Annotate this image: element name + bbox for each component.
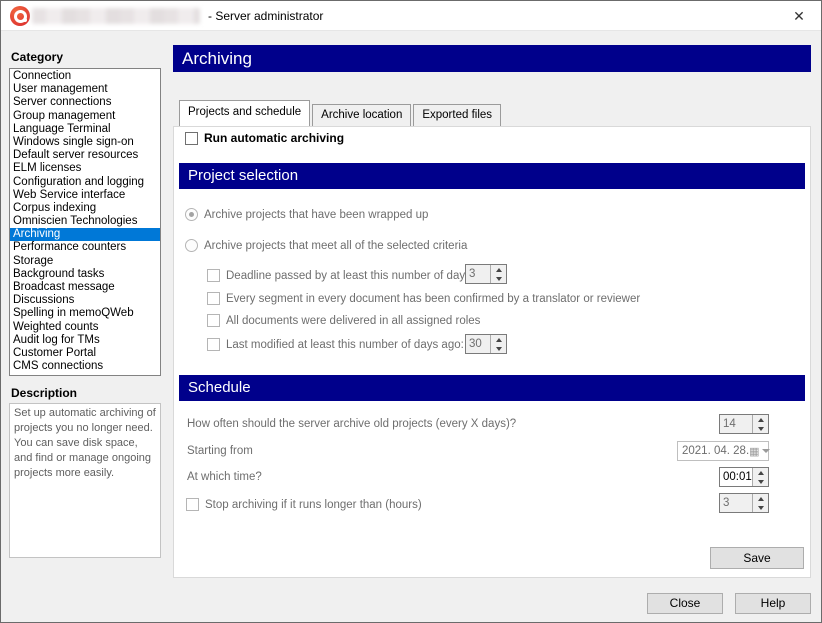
close-icon: ✕ <box>793 8 805 24</box>
tab-archive-location[interactable]: Archive location <box>312 104 411 126</box>
at-which-time-label: At which time? <box>187 471 262 484</box>
category-item[interactable]: Server connections <box>10 96 160 109</box>
help-button[interactable]: Help <box>735 593 811 614</box>
close-button[interactable]: ✕ <box>787 4 811 28</box>
category-item[interactable]: Configuration and logging <box>10 176 160 189</box>
category-item[interactable]: Discussions <box>10 294 160 307</box>
category-item[interactable]: Audit log for TMs <box>10 334 160 347</box>
category-item[interactable]: Broadcast message <box>10 281 160 294</box>
category-item[interactable]: Default server resources <box>10 149 160 162</box>
every-segment-confirmed-label: Every segment in every document has been… <box>226 293 640 306</box>
spinner-down-button[interactable] <box>491 344 506 353</box>
calendar-icon: ▦ <box>749 445 759 458</box>
spinner-up-button[interactable] <box>491 265 506 274</box>
last-modified-days-spinner[interactable]: 30 <box>465 334 507 354</box>
stop-archiving-label: Stop archiving if it runs longer than (h… <box>205 499 422 512</box>
redacted-server-name <box>32 8 200 24</box>
server-administrator-window: - Server administrator ✕ Category Connec… <box>0 0 822 623</box>
last-modified-days-value: 30 <box>466 335 490 353</box>
page-title: Archiving <box>173 45 811 72</box>
category-item[interactable]: Omniscien Technologies <box>10 215 160 228</box>
deadline-days-spinner[interactable]: 3 <box>465 264 507 284</box>
time-spinner[interactable]: 00:01 <box>719 467 769 487</box>
category-item[interactable]: User management <box>10 83 160 96</box>
last-modified-label: Last modified at least this number of da… <box>226 339 464 352</box>
memoq-logo-icon <box>10 6 30 26</box>
save-button[interactable]: Save <box>710 547 804 569</box>
frequency-days-value: 14 <box>720 415 752 433</box>
spinner-down-button[interactable] <box>753 477 768 486</box>
close-dialog-button[interactable]: Close <box>647 593 723 614</box>
all-documents-delivered-label: All documents were delivered in all assi… <box>226 315 480 328</box>
run-automatic-archiving-checkbox[interactable] <box>185 132 198 145</box>
category-listbox[interactable]: Connection User management Server connec… <box>9 68 161 376</box>
section-header-project-selection: Project selection <box>179 163 805 189</box>
category-item[interactable]: Connection <box>10 70 160 83</box>
radio-archive-criteria-label: Archive projects that meet all of the se… <box>204 240 467 253</box>
all-documents-delivered-checkbox[interactable] <box>207 314 220 327</box>
tab-exported-files[interactable]: Exported files <box>413 104 501 126</box>
stop-hours-value: 3 <box>720 494 752 512</box>
dropdown-arrow-icon[interactable] <box>762 449 770 453</box>
category-item[interactable]: Background tasks <box>10 268 160 281</box>
spinner-up-button[interactable] <box>753 415 768 424</box>
every-segment-confirmed-checkbox[interactable] <box>207 292 220 305</box>
category-item[interactable]: CMS connections <box>10 360 160 373</box>
section-header-schedule: Schedule <box>179 375 805 401</box>
starting-from-label: Starting from <box>187 445 253 458</box>
category-item[interactable]: Spelling in memoQWeb <box>10 307 160 320</box>
tab-strip: Projects and schedule Archive location E… <box>179 102 503 126</box>
stop-archiving-checkbox[interactable] <box>186 498 199 511</box>
category-item[interactable]: Corpus indexing <box>10 202 160 215</box>
category-label: Category <box>11 50 63 64</box>
start-date-field[interactable]: 2021. 04. 28. ▦ <box>677 441 769 461</box>
tab-projects-and-schedule[interactable]: Projects and schedule <box>179 100 310 126</box>
deadline-days-value: 3 <box>466 265 490 283</box>
spinner-up-button[interactable] <box>753 468 768 477</box>
window-title: - Server administrator <box>208 9 323 23</box>
spinner-down-button[interactable] <box>491 274 506 283</box>
frequency-days-spinner[interactable]: 14 <box>719 414 769 434</box>
category-item[interactable]: Customer Portal <box>10 347 160 360</box>
category-item[interactable]: Group management <box>10 110 160 123</box>
category-item[interactable]: Weighted counts <box>10 321 160 334</box>
spinner-up-button[interactable] <box>491 335 506 344</box>
description-box: Set up automatic archiving of projects y… <box>9 403 161 558</box>
category-item[interactable]: ELM licenses <box>10 162 160 175</box>
category-item[interactable]: Windows single sign-on <box>10 136 160 149</box>
time-value: 00:01 <box>720 468 752 486</box>
spinner-down-button[interactable] <box>753 503 768 512</box>
title-bar: - Server administrator ✕ <box>1 1 821 31</box>
start-date-value: 2021. 04. 28. <box>678 445 749 457</box>
last-modified-checkbox[interactable] <box>207 338 220 351</box>
description-label: Description <box>11 386 77 400</box>
spinner-down-button[interactable] <box>753 424 768 433</box>
radio-archive-criteria[interactable] <box>185 239 198 252</box>
frequency-label: How often should the server archive old … <box>187 418 516 431</box>
radio-archive-wrapped-up[interactable] <box>185 208 198 221</box>
deadline-passed-label: Deadline passed by at least this number … <box>226 270 474 283</box>
radio-archive-wrapped-up-label: Archive projects that have been wrapped … <box>204 209 428 222</box>
spinner-up-button[interactable] <box>753 494 768 503</box>
deadline-passed-checkbox[interactable] <box>207 269 220 282</box>
category-item[interactable]: Performance counters <box>10 241 160 254</box>
category-item[interactable]: Web Service interface <box>10 189 160 202</box>
category-item-archiving-selected[interactable]: Archiving <box>10 228 160 241</box>
run-automatic-archiving-label: Run automatic archiving <box>204 132 344 145</box>
category-item[interactable]: Language Terminal <box>10 123 160 136</box>
category-item[interactable]: Storage <box>10 255 160 268</box>
stop-hours-spinner[interactable]: 3 <box>719 493 769 513</box>
